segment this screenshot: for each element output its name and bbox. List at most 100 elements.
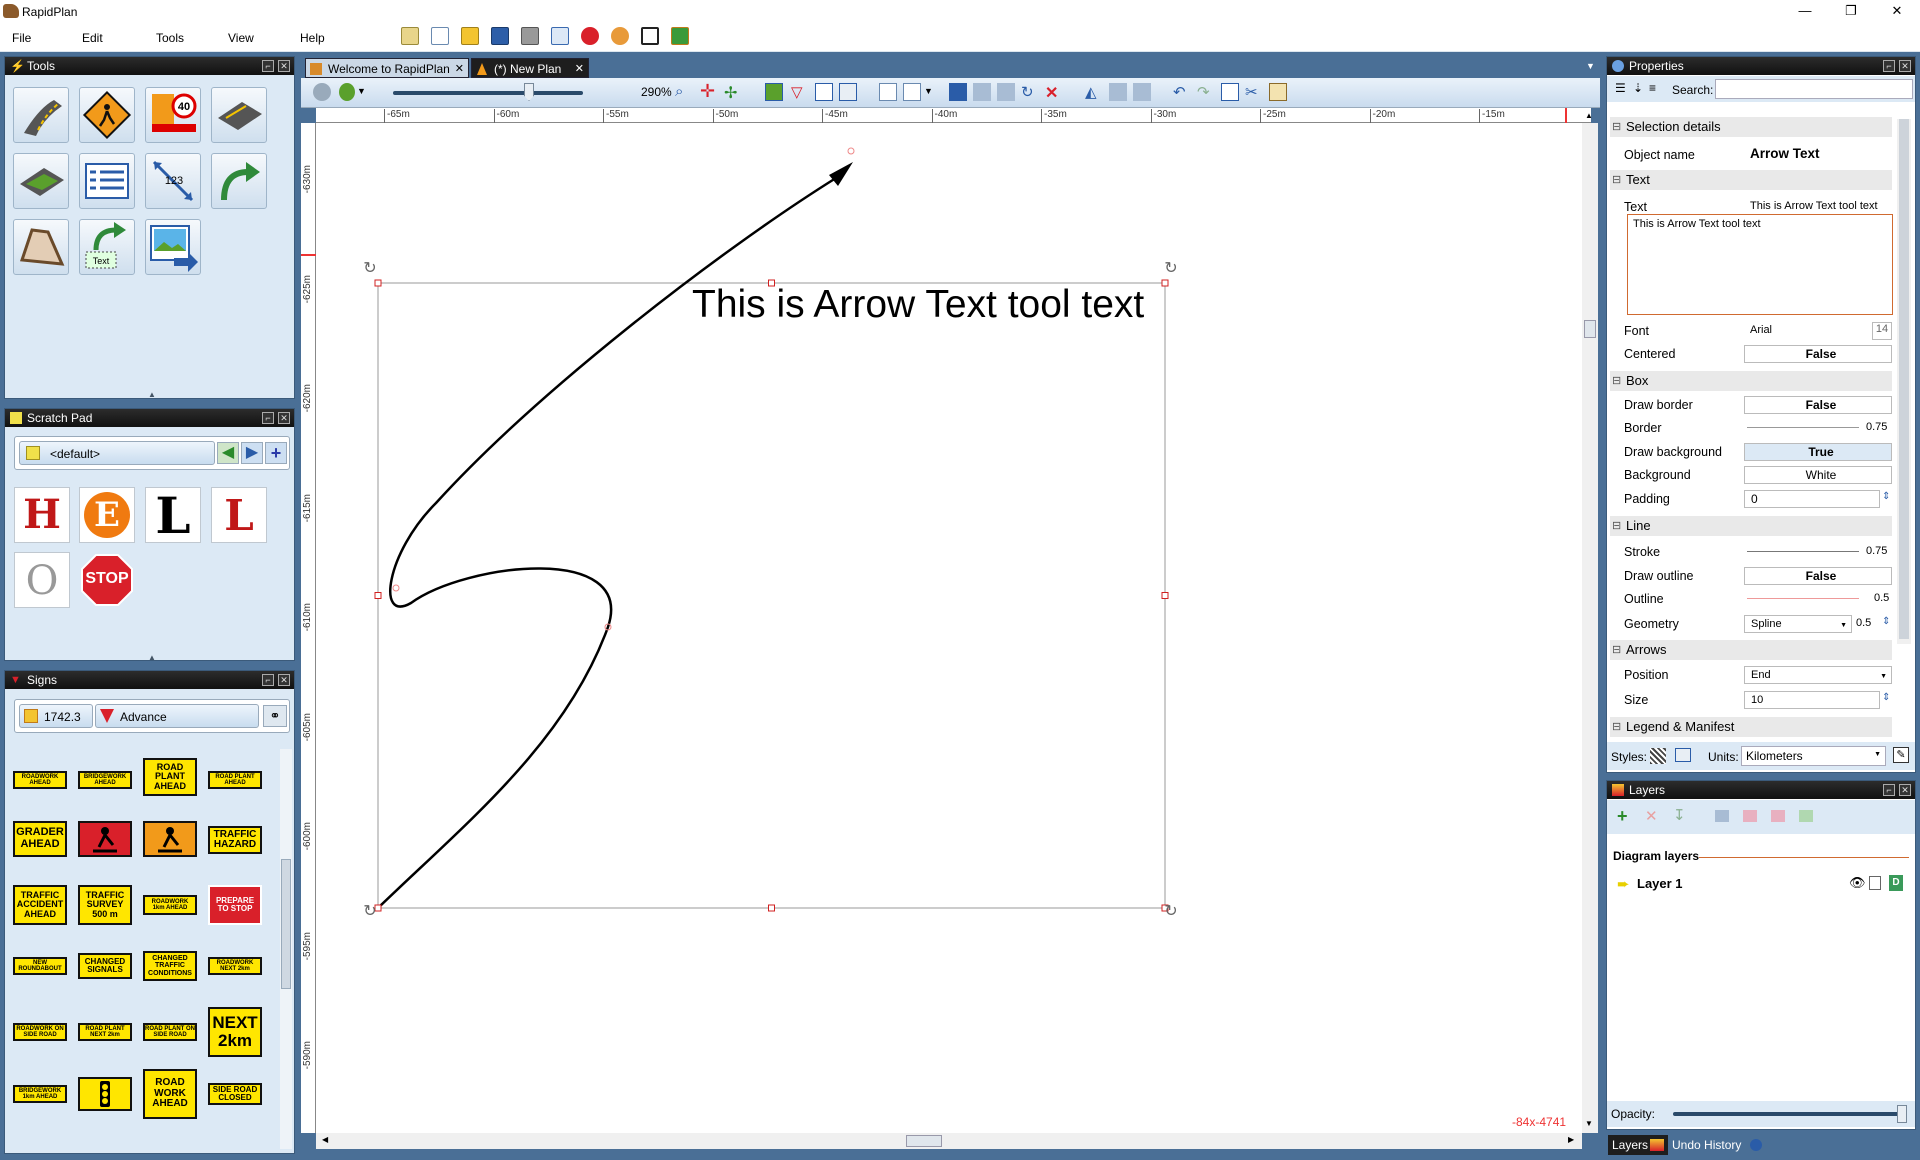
checkbox-icon[interactable] [641, 27, 659, 45]
zoom-slider-thumb[interactable] [524, 83, 534, 101]
tab-list-icon[interactable]: ▼ [1586, 61, 1595, 71]
sign-new-roundabout[interactable]: NEW ROUNDABOUT [13, 957, 67, 975]
minimize-button[interactable]: — [1782, 0, 1828, 24]
chevron-down-icon[interactable]: ▼ [924, 86, 933, 96]
scroll-down-icon[interactable]: ▼ [1585, 1119, 1593, 1128]
redo-icon[interactable]: ↷ [1197, 83, 1215, 101]
rotate-icon[interactable]: ↻ [1021, 83, 1039, 101]
font-size-value[interactable]: 14 [1872, 322, 1892, 340]
resize-handle[interactable] [374, 279, 382, 287]
zoom-slider[interactable] [393, 91, 583, 95]
rotate-handle[interactable]: ↻ [1164, 903, 1177, 920]
visibility-eye-icon[interactable]: 👁 [1849, 875, 1866, 891]
sign-road-plant-side-road[interactable]: ROAD PLANT ON SIDE ROAD [143, 1023, 197, 1041]
sign-prepare-to-stop[interactable]: PREPARE TO STOP [208, 885, 262, 925]
speed-sign-tool-button[interactable]: 40 [145, 87, 201, 143]
scratch-item-stop[interactable]: STOP [79, 552, 135, 608]
size-value[interactable]: 10 [1744, 691, 1880, 709]
rotate-handle[interactable]: ↻ [1164, 260, 1177, 277]
delete-layer-icon[interactable]: ✕ [1645, 807, 1658, 825]
section-text[interactable]: Text [1610, 170, 1892, 190]
stroke-value[interactable]: 0.75 [1866, 545, 1887, 557]
categorized-icon[interactable]: ☰ [1615, 81, 1626, 95]
menu-help[interactable]: Help [300, 31, 325, 45]
cut-icon[interactable]: ✂ [1245, 83, 1263, 101]
canvas-vertical-scrollbar[interactable]: ▲ ▼ [1582, 111, 1598, 1133]
print-icon[interactable] [521, 27, 539, 45]
undo-icon[interactable]: ↶ [1173, 83, 1191, 101]
sign-traffic-lights[interactable] [78, 1077, 132, 1111]
anchor-icon[interactable]: ✢ [724, 83, 742, 102]
new-file-icon[interactable] [431, 27, 449, 45]
section-legend-manifest[interactable]: Legend & Manifest [1610, 717, 1892, 737]
export-icon[interactable] [551, 27, 569, 45]
sign-traffic-survey[interactable]: TRAFFIC SURVEY 500 m [78, 885, 132, 925]
scratch-item-o[interactable]: O [14, 552, 70, 608]
sign-grader-ahead[interactable]: GRADER AHEAD [13, 821, 67, 857]
open-folder-icon[interactable] [461, 27, 479, 45]
font-value[interactable]: Arial [1744, 322, 1892, 340]
sign-tool-button[interactable] [79, 87, 135, 143]
tools-icon[interactable] [611, 27, 629, 45]
outline-line-preview[interactable] [1747, 598, 1859, 599]
image-tool-button[interactable] [145, 219, 201, 275]
wizard-icon[interactable] [401, 27, 419, 45]
sign-roadwork-symbol-orange[interactable] [143, 821, 197, 857]
close-icon[interactable]: ✕ [278, 674, 290, 686]
scratch-item-l[interactable]: L [145, 487, 201, 544]
border-value[interactable]: 0.75 [1866, 421, 1887, 433]
draw-border-value[interactable]: False [1744, 396, 1892, 414]
sign-road-plant-next-2km[interactable]: ROAD PLANT NEXT 2km [78, 1023, 132, 1041]
pin-icon[interactable]: ⌐ [1883, 784, 1895, 796]
picture-icon[interactable] [765, 83, 783, 101]
units-select[interactable]: Kilometers ▼ [1741, 746, 1886, 766]
save-icon[interactable] [491, 27, 509, 45]
opacity-slider-thumb[interactable] [1897, 1105, 1907, 1123]
menu-edit[interactable]: Edit [82, 31, 103, 45]
delete-icon[interactable]: ✕ [1045, 83, 1063, 102]
distribute-icon[interactable] [1133, 83, 1151, 101]
scroll-left-icon[interactable]: ◀ [322, 1135, 328, 1144]
panel-grip-icon[interactable]: ▲ [148, 390, 156, 399]
send-backward-icon[interactable] [997, 83, 1015, 101]
list-icon[interactable]: ≡ [1649, 81, 1656, 95]
sort-icon[interactable]: ⇣ [1633, 81, 1643, 95]
scratch-item-h[interactable]: H [14, 487, 70, 543]
spin-icon[interactable]: ⇕ [1882, 616, 1890, 627]
back-arrow-icon[interactable]: ◀ [217, 442, 239, 464]
exit-icon[interactable] [671, 27, 689, 45]
pin-icon[interactable]: ⌐ [262, 412, 274, 424]
layer-row[interactable]: ➨ Layer 1 👁 D [1607, 872, 1915, 894]
menu-file[interactable]: File [12, 31, 31, 45]
spin-icon[interactable]: ⇕ [1882, 692, 1890, 703]
grid-icon[interactable] [839, 83, 857, 101]
sign-road-work-ahead[interactable]: ROAD WORK AHEAD [143, 1069, 197, 1119]
maximize-button[interactable]: ❐ [1828, 0, 1874, 24]
drawing-canvas[interactable]: ↻ ↻ ↻ ↻ This is Arrow Text tool text -84x-4… [316, 123, 1591, 1133]
pin-icon[interactable]: ⌐ [262, 60, 274, 72]
binoculars-icon[interactable]: ⚭ [263, 705, 287, 727]
close-tab-icon[interactable]: ✕ [575, 59, 584, 79]
d-badge-icon[interactable]: D [1889, 875, 1903, 891]
sign-changed-traffic-conditions[interactable]: CHANGED TRAFFIC CONDITIONS [143, 951, 197, 981]
forward-arrow-icon[interactable]: ▶ [241, 442, 263, 464]
stroke-line-preview[interactable] [1747, 551, 1859, 552]
sign-traffic-accident-ahead[interactable]: TRAFFIC ACCIDENT AHEAD [13, 885, 67, 925]
panel-grip-icon[interactable]: ▲ [148, 653, 156, 662]
chevron-down-icon[interactable]: ▼ [357, 86, 366, 96]
properties-scrollbar[interactable] [1897, 119, 1911, 644]
arrow-tool-button[interactable] [211, 153, 267, 209]
arrow-text-tool-button[interactable]: Text [79, 219, 135, 275]
lock-icon[interactable] [1869, 876, 1881, 890]
resize-handle[interactable] [768, 904, 775, 912]
scroll-right-icon[interactable]: ▶ [1568, 1135, 1574, 1144]
scroll-thumb[interactable] [1584, 320, 1596, 338]
padding-value[interactable]: 0 [1744, 490, 1880, 508]
zoom-search-icon[interactable]: ⌕ [675, 83, 693, 101]
pin-icon[interactable]: ⌐ [262, 674, 274, 686]
tab-new-plan[interactable]: (*) New Plan ✕ [471, 58, 589, 78]
edit-units-icon[interactable]: ✎ [1893, 747, 1909, 763]
menu-view[interactable]: View [228, 31, 254, 45]
tab-layers[interactable]: Layers [1608, 1135, 1668, 1155]
scroll-up-icon[interactable]: ▲ [1585, 111, 1593, 120]
